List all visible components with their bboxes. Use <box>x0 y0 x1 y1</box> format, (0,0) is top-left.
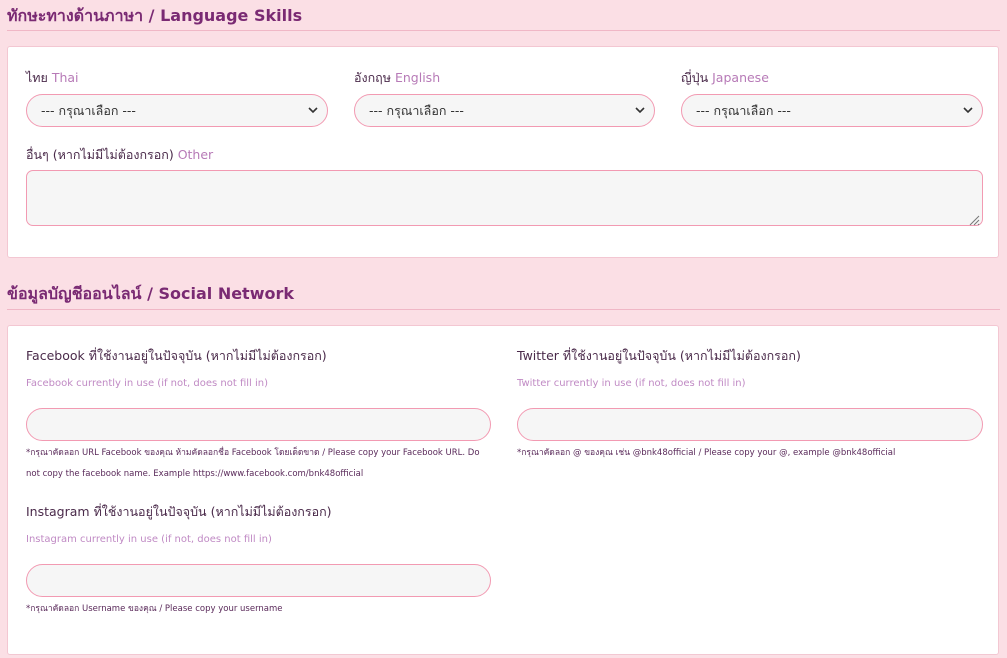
japanese-label-th: ญี่ปุ่น <box>681 70 709 85</box>
thai-label-th: ไทย <box>26 70 48 85</box>
english-level-select[interactable]: --- กรุณาเลือก --- <box>354 94 655 127</box>
social-title-rule <box>7 309 1000 310</box>
twitter-note: *กรุณาคัดลอก @ ของคุณ เช่น @bnk48officia… <box>517 448 896 458</box>
chevron-down-icon <box>961 95 975 126</box>
twitter-handle-input[interactable] <box>517 408 983 441</box>
instagram-label: Instagram ที่ใช้งานอยู่ในปัจจุบัน (หากไม… <box>26 504 332 519</box>
thai-level-select[interactable]: --- กรุณาเลือก --- <box>26 94 328 127</box>
facebook-label: Facebook ที่ใช้งานอยู่ในปัจจุบัน (หากไม่… <box>26 348 327 363</box>
other-language-label: อื่นๆ (หากไม่มีไม่ต้องกรอก) Other <box>26 145 213 165</box>
other-label-th: อื่นๆ (หากไม่มีไม่ต้องกรอก) <box>26 147 174 162</box>
social-section-title: ข้อมูลบัญชีออนไลน์ / Social Network <box>7 284 295 303</box>
facebook-url-input[interactable] <box>26 408 491 441</box>
instagram-hint: Instagram currently in use (if not, does… <box>26 534 272 545</box>
twitter-label: Twitter ที่ใช้งานอยู่ในปัจจุบัน (หากไม่ม… <box>517 348 801 363</box>
other-language-textarea[interactable] <box>26 170 983 226</box>
english-level-value: --- กรุณาเลือก --- <box>369 103 464 118</box>
thai-label-en: Thai <box>51 70 79 85</box>
social-card: Facebook ที่ใช้งานอยู่ในปัจจุบัน (หากไม่… <box>7 325 999 655</box>
instagram-note: *กรุณาคัดลอก Username ของคุณ / Please co… <box>26 604 283 614</box>
facebook-note: *กรุณาคัดลอก URL Facebook ของคุณ ห้ามคัด… <box>26 448 480 479</box>
language-card: ไทย Thai --- กรุณาเลือก --- อังกฤษ Engli… <box>7 46 999 258</box>
chevron-down-icon <box>306 95 320 126</box>
chevron-down-icon <box>633 95 647 126</box>
other-label-en: Other <box>177 147 214 162</box>
japanese-label: ญี่ปุ่น Japanese <box>681 68 769 88</box>
language-section-title: ทักษะทางด้านภาษา / Language Skills <box>7 6 303 25</box>
thai-level-value: --- กรุณาเลือก --- <box>41 103 136 118</box>
japanese-label-en: Japanese <box>712 70 769 85</box>
japanese-level-value: --- กรุณาเลือก --- <box>696 103 791 118</box>
facebook-hint: Facebook currently in use (if not, does … <box>26 378 269 389</box>
japanese-level-select[interactable]: --- กรุณาเลือก --- <box>681 94 983 127</box>
thai-label: ไทย Thai <box>26 68 79 88</box>
english-label: อังกฤษ English <box>354 68 440 88</box>
english-label-en: English <box>394 70 441 85</box>
language-title-rule <box>7 30 1000 31</box>
twitter-hint: Twitter currently in use (if not, does n… <box>517 378 746 389</box>
resize-grip-icon[interactable] <box>968 211 980 226</box>
english-label-th: อังกฤษ <box>354 70 391 85</box>
instagram-username-input[interactable] <box>26 564 491 597</box>
